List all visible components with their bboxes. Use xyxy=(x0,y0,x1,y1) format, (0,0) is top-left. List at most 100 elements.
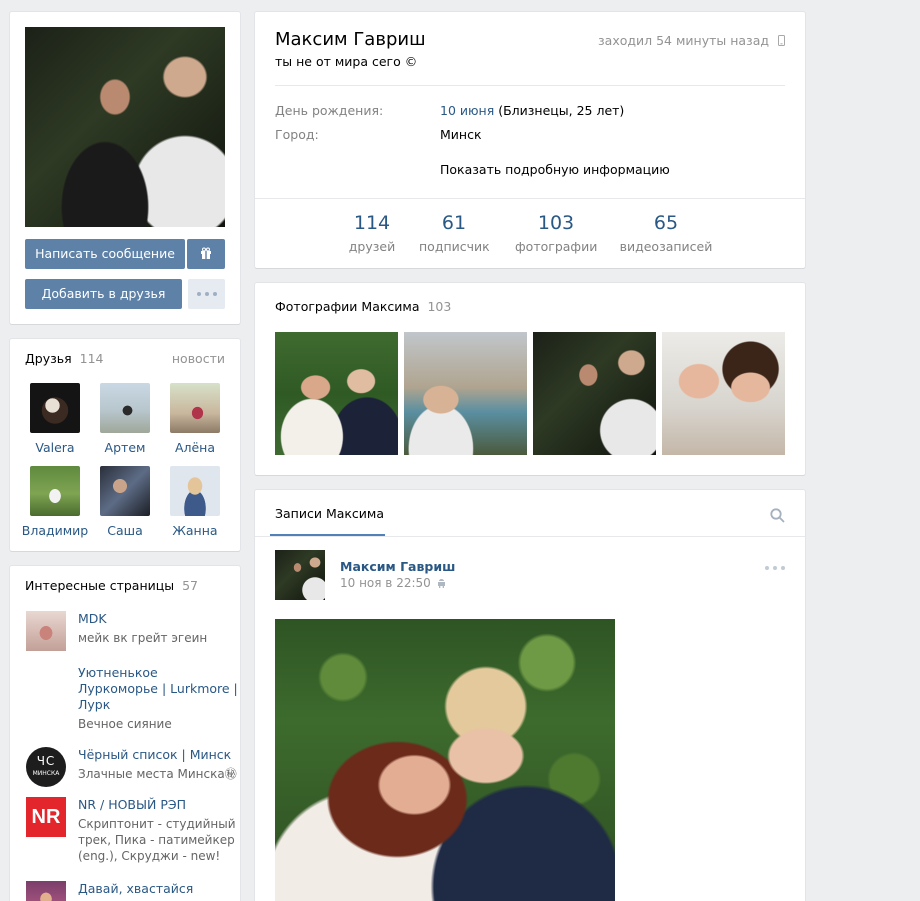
mobile-icon xyxy=(778,35,785,46)
counter-videos[interactable]: 65 видеозаписей xyxy=(619,212,713,254)
page-title: MDK xyxy=(78,611,107,626)
android-icon xyxy=(437,579,445,588)
page-subtitle: Злачные места Минска㊙ xyxy=(78,767,237,781)
page-title: Уютненькое Луркоморье | Lurkmore | Лурк xyxy=(78,665,238,712)
counter-number: 114 xyxy=(353,212,391,234)
page-title: Чёрный список | Минск xyxy=(78,747,232,762)
send-message-button[interactable]: Написать сообщение xyxy=(25,239,185,269)
friend-name: Саша xyxy=(107,523,143,538)
profile-status[interactable]: ты не от мира сего © xyxy=(275,54,417,69)
counter-number: 103 xyxy=(537,212,575,234)
profile-avatar[interactable] xyxy=(25,27,225,227)
page-item[interactable]: ЧС МИНСКА Чёрный список | Минск Злачные … xyxy=(26,747,237,787)
more-icon xyxy=(197,292,217,296)
photo-thumb[interactable] xyxy=(275,332,398,455)
post-date[interactable]: 10 ноя в 22:50 xyxy=(340,576,446,590)
last-seen: заходил 54 минуты назад xyxy=(598,33,785,48)
friend-name: Алёна xyxy=(174,440,216,455)
counter-number: 61 xyxy=(441,212,467,234)
gift-button[interactable] xyxy=(187,239,225,269)
cs-logo-text: ЧС xyxy=(36,754,56,768)
photos-count: 103 xyxy=(427,299,452,314)
search-icon[interactable] xyxy=(770,508,785,523)
profile-name: Максим Гавриш xyxy=(275,29,426,50)
friend-item[interactable]: Саша xyxy=(90,466,160,538)
page-item[interactable]: NR NR / НОВЫЙ РЭП Скриптонит - студийный… xyxy=(26,797,236,867)
photo-thumb[interactable] xyxy=(662,332,785,455)
counter-friends[interactable]: 114 друзей xyxy=(347,212,397,254)
divider xyxy=(275,85,785,86)
counter-number: 65 xyxy=(653,212,679,234)
page-item[interactable]: Уютненькое Луркоморье | Lurkmore | Лурк … xyxy=(26,665,238,731)
page-avatar: ЧС МИНСКА xyxy=(26,747,66,787)
profile-info-card: Максим Гавриш ты не от мира сего © заход… xyxy=(255,12,805,268)
page-item[interactable]: Давай, хвастайся xyxy=(26,881,236,901)
friends-card: Друзья 114 новости Valera Артем Алёна Вл… xyxy=(10,339,240,551)
friend-name: Valera xyxy=(35,440,75,455)
friend-avatar xyxy=(170,383,220,433)
pages-title: Интересные страницы xyxy=(25,578,175,593)
post-date-text: 10 ноя в 22:50 xyxy=(340,576,431,590)
photo-thumb[interactable] xyxy=(533,332,656,455)
cs-logo-sub: МИНСКА xyxy=(32,770,60,777)
friend-item[interactable]: Артем xyxy=(90,383,160,455)
add-friend-button[interactable]: Добавить в друзья xyxy=(25,279,182,309)
photos-header[interactable]: Фотографии Максима 103 xyxy=(275,299,451,314)
post-author-name[interactable]: Максим Гавриш xyxy=(340,559,455,574)
post-author-avatar[interactable] xyxy=(275,550,325,600)
show-details-link[interactable]: Показать подробную информацию xyxy=(440,162,670,177)
post-more-icon[interactable] xyxy=(765,566,785,570)
friend-name: Артем xyxy=(104,440,146,455)
city-link[interactable]: Минск xyxy=(440,127,482,142)
friend-avatar xyxy=(170,466,220,516)
pages-count: 57 xyxy=(182,578,199,593)
counter-label: друзей xyxy=(348,239,396,254)
wall-card: Записи Максима Максим Гавриш 10 ноя в 22… xyxy=(255,490,805,901)
counter-followers[interactable]: 61 подписчик xyxy=(419,212,490,254)
birthday-link[interactable]: 10 июня xyxy=(440,103,494,118)
divider xyxy=(255,536,805,537)
page-item[interactable]: MDK мейк вк грейт эгеин xyxy=(26,611,236,651)
friends-header[interactable]: Друзья 114 xyxy=(25,351,103,366)
tab-posts[interactable]: Записи Максима xyxy=(275,506,384,521)
page-avatar xyxy=(26,611,66,651)
gift-icon xyxy=(201,247,211,259)
friend-name: Жанна xyxy=(172,523,218,538)
more-actions-button[interactable] xyxy=(188,279,225,309)
last-seen-text: заходил 54 минуты назад xyxy=(598,33,770,48)
city-label: Город: xyxy=(275,127,319,142)
page-title: NR / НОВЫЙ РЭП xyxy=(78,797,187,812)
nr-logo-text: NR xyxy=(31,806,61,828)
photo-thumb[interactable] xyxy=(404,332,527,455)
friend-avatar xyxy=(100,466,150,516)
friend-item[interactable]: Жанна xyxy=(160,466,230,538)
friends-count: 114 xyxy=(79,351,104,366)
counter-label: видеозаписей xyxy=(619,239,713,254)
birthday-label: День рождения: xyxy=(275,103,384,118)
friends-title: Друзья xyxy=(25,351,72,366)
friend-item[interactable]: Владимир xyxy=(20,466,90,538)
friend-avatar xyxy=(30,466,80,516)
page-avatar xyxy=(26,881,66,901)
pages-header[interactable]: Интересные страницы 57 xyxy=(25,578,198,593)
friend-avatar xyxy=(30,383,80,433)
page-subtitle: Вечное сияние xyxy=(78,717,172,731)
post-photo[interactable] xyxy=(275,619,615,901)
counters-row: 114 друзей 61 подписчик 103 фотографии 6… xyxy=(255,212,805,262)
avatar-card: Написать сообщение Добавить в друзья xyxy=(10,12,240,324)
friend-item[interactable]: Valera xyxy=(20,383,90,455)
birthday-value: 10 июня (Близнецы, 25 лет) xyxy=(440,103,624,118)
friend-name: Владимир xyxy=(21,523,89,538)
interesting-pages-card: Интересные страницы 57 MDK мейк вк грейт… xyxy=(10,566,240,901)
friends-news-link[interactable]: новости xyxy=(172,351,225,366)
friend-avatar xyxy=(100,383,150,433)
counter-label: фотографии xyxy=(515,239,598,254)
divider xyxy=(255,198,805,199)
counter-photos[interactable]: 103 фотографии xyxy=(515,212,597,254)
friend-item[interactable]: Алёна xyxy=(160,383,230,455)
counter-label: подписчик xyxy=(419,239,490,254)
birthday-rest: (Близнецы, 25 лет) xyxy=(494,103,625,118)
page-subtitle: мейк вк грейт эгеин xyxy=(78,631,208,645)
photos-card: Фотографии Максима 103 xyxy=(255,283,805,475)
page-avatar: NR xyxy=(26,797,66,837)
